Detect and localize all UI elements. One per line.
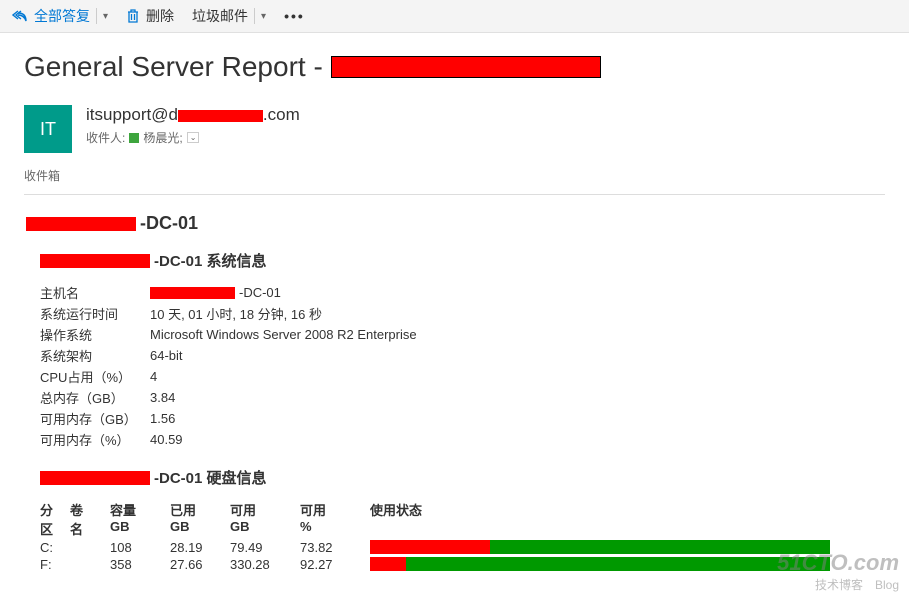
ellipsis-icon: ••• xyxy=(284,8,305,24)
reply-all-button[interactable]: 全部答复 ▾ xyxy=(12,6,108,26)
chevron-down-icon[interactable]: ▾ xyxy=(261,11,266,22)
delete-button[interactable]: 删除 xyxy=(126,6,174,26)
redacted-block xyxy=(40,254,150,268)
divider xyxy=(24,194,885,195)
avatar: IT xyxy=(24,105,72,153)
trash-icon xyxy=(126,8,140,24)
system-info-table: 主机名-DC-01 系统运行时间10 天, 01 小时, 18 分钟, 16 秒… xyxy=(40,283,885,449)
redacted-block xyxy=(26,217,136,231)
table-row: C:10828.1979.4973.82 xyxy=(40,540,885,555)
disk-table: 分区 卷名 容量GB 已用GB 可用GB 可用% 使用状态 C:10828.19… xyxy=(40,500,885,572)
table-row: F:35827.66330.2892.27 xyxy=(40,557,885,572)
redacted-block xyxy=(40,471,150,485)
email-subject: General Server Report - xyxy=(24,51,885,83)
email-toolbar: 全部答复 ▾ 删除 垃圾邮件 ▾ ••• xyxy=(0,0,909,33)
recipients: 收件人: 杨晨光; ⌄ xyxy=(86,129,885,146)
host-title: -DC-01 xyxy=(26,213,885,234)
chevron-down-icon[interactable]: ▾ xyxy=(103,11,108,22)
sysinfo-title: -DC-01 系统信息 xyxy=(40,250,885,271)
usage-bar xyxy=(370,540,830,554)
chevron-down-icon[interactable]: ⌄ xyxy=(187,132,200,143)
junk-button[interactable]: 垃圾邮件 ▾ xyxy=(192,6,266,26)
redacted-block xyxy=(150,287,235,299)
presence-icon xyxy=(129,133,139,143)
redacted-block xyxy=(331,56,601,78)
sender-row: IT itsupport@d.com 收件人: 杨晨光; ⌄ xyxy=(24,105,885,153)
separator xyxy=(96,8,97,24)
email-content: General Server Report - IT itsupport@d.c… xyxy=(0,33,909,600)
diskinfo-title: -DC-01 硬盘信息 xyxy=(40,467,885,488)
folder-label: 收件箱 xyxy=(24,167,885,184)
separator xyxy=(254,8,255,24)
more-actions-button[interactable]: ••• xyxy=(284,8,305,24)
redacted-block xyxy=(178,110,263,122)
usage-bar xyxy=(370,557,830,571)
sender-email[interactable]: itsupport@d.com xyxy=(86,105,885,125)
email-body: -DC-01 -DC-01 系统信息 主机名-DC-01 系统运行时间10 天,… xyxy=(24,213,885,572)
recipient-name[interactable]: 杨晨光; xyxy=(143,129,182,146)
reply-all-icon xyxy=(12,9,28,23)
